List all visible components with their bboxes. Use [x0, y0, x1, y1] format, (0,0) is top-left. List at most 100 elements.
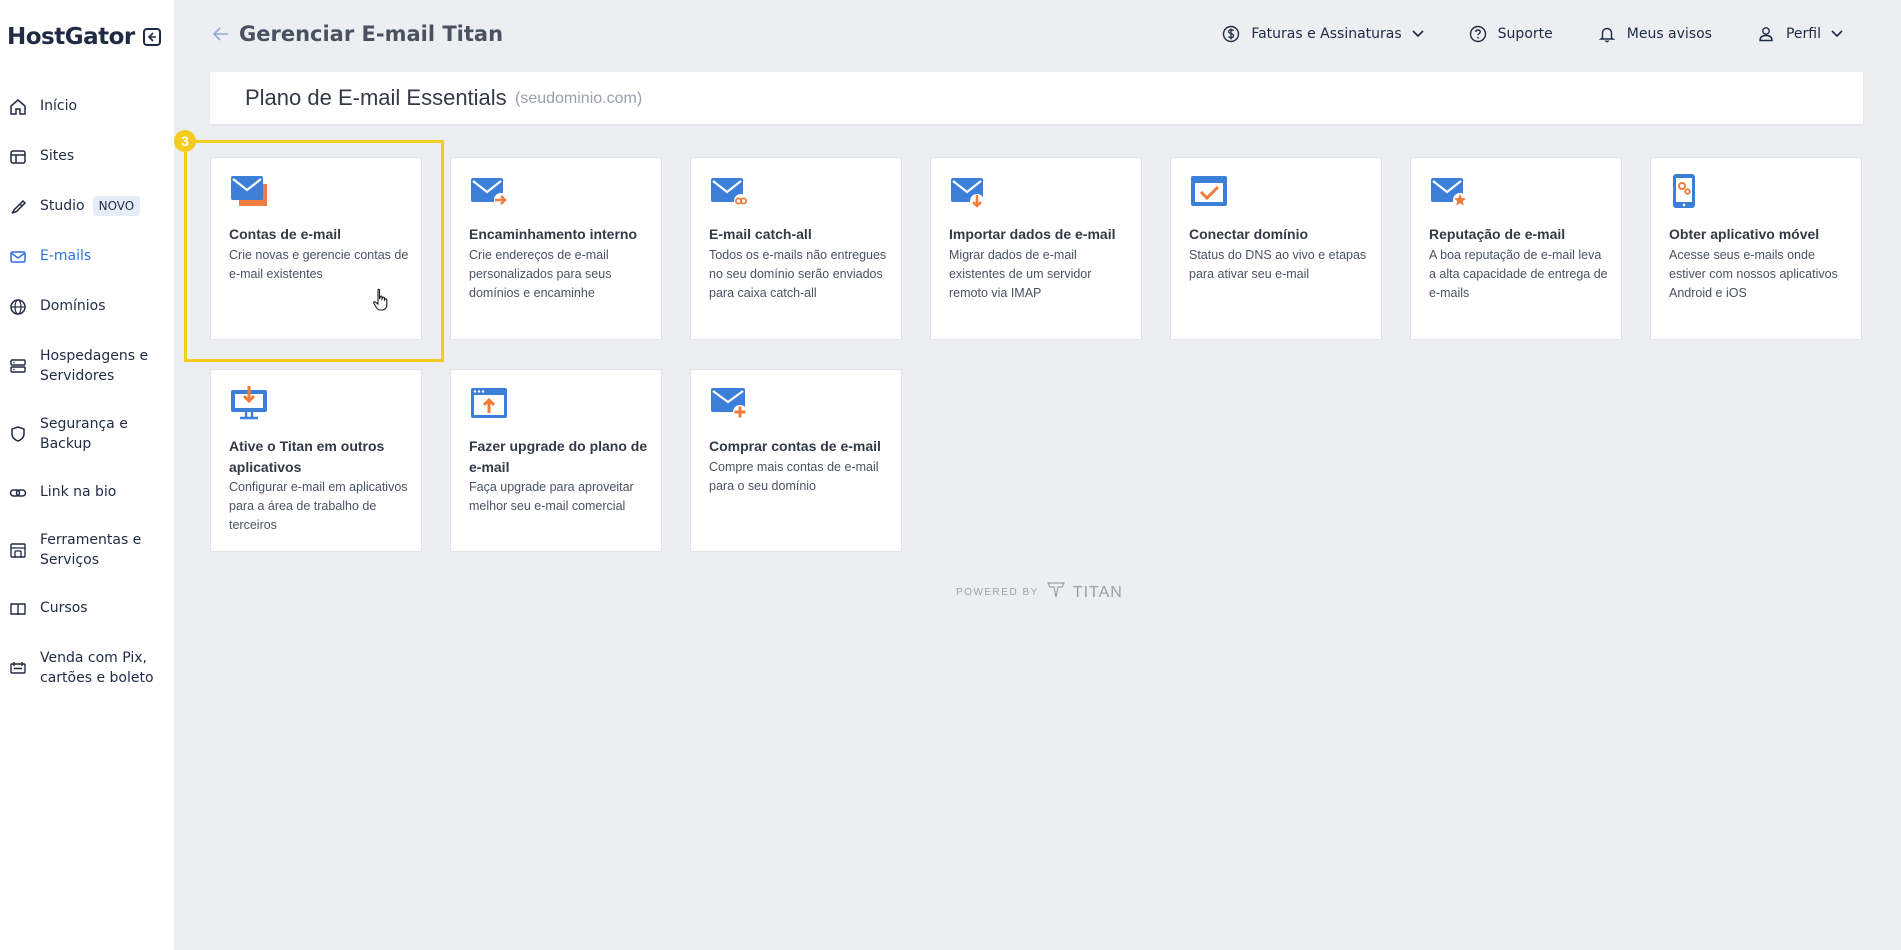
sidebar-item-label: Sites	[40, 148, 75, 164]
billing-label: Faturas e Assinaturas	[1251, 26, 1402, 42]
card-title: Reputação de e-mail	[1429, 226, 1566, 242]
card-description: Todos os e-mails não entregues no seu do…	[709, 248, 887, 300]
card-email-reputation[interactable]: Reputação de e-mail A boa reputação de e…	[1410, 157, 1622, 340]
card-title: Ative o Titan em outros aplicativos	[229, 438, 385, 475]
brush-icon	[8, 197, 28, 217]
sidebar-item-link-na-bio[interactable]: Link na bio	[8, 482, 168, 503]
sidebar-item-label: Ferramentas e Serviços	[40, 532, 142, 568]
studio-label: Studio	[40, 198, 85, 214]
sidebar-item-seguranca[interactable]: Segurança e Backup	[8, 414, 168, 454]
card-description: Migrar dados de e-mail existentes de um …	[949, 248, 1092, 300]
brand: HostGator	[7, 24, 161, 50]
mail-catchall-icon	[709, 174, 749, 208]
card-import-email[interactable]: Importar dados de e-mail Migrar dados de…	[930, 157, 1142, 340]
card-buy-accounts[interactable]: Comprar contas de e-mail Compre mais con…	[690, 369, 902, 552]
sidebar-item-label: Segurança e Backup	[40, 416, 128, 452]
desktop-download-icon	[229, 386, 269, 420]
sidebar-item-hospedagens[interactable]: Hospedagens e Servidores	[8, 346, 168, 386]
card-description: Configurar e-mail em aplicativos para a …	[229, 480, 408, 532]
sidebar-item-label: E-mails	[40, 248, 92, 264]
globe-icon	[8, 297, 28, 317]
mobile-app-icon	[1669, 174, 1709, 208]
card-description: Crie endereços de e-mail personalizados …	[469, 248, 612, 300]
sidebar-item-venda[interactable]: Venda com Pix, cartões e boleto	[8, 648, 168, 688]
mail-accounts-icon	[229, 174, 269, 208]
new-badge: NOVO	[92, 196, 141, 216]
mail-forward-icon	[469, 174, 509, 208]
payment-icon	[8, 658, 28, 678]
sidebar-item-cursos[interactable]: Cursos	[8, 598, 168, 619]
support-label: Suporte	[1497, 26, 1553, 42]
card-description: Crie novas e gerencie contas de e-mail e…	[229, 248, 409, 281]
powered-by-label: POWERED BY	[956, 587, 1039, 598]
card-description: Compre mais contas de e-mail para o seu …	[709, 460, 879, 493]
sidebar-item-label: Studio NOVO	[40, 196, 141, 216]
home-icon	[8, 97, 28, 117]
notifications-link[interactable]: Meus avisos	[1597, 24, 1712, 44]
card-upgrade-plan[interactable]: Fazer upgrade do plano de e-mail Faça up…	[450, 369, 662, 552]
sidebar-item-dominios[interactable]: Domínios	[8, 296, 168, 317]
billing-menu[interactable]: Faturas e Assinaturas	[1221, 24, 1424, 44]
profile-label: Perfil	[1785, 26, 1821, 42]
card-internal-forwarding[interactable]: Encaminhamento interno Crie endereços de…	[450, 157, 662, 340]
shield-icon	[8, 424, 28, 444]
sidebar-item-label: Venda com Pix, cartões e boleto	[40, 650, 154, 686]
top-nav: Faturas e Assinaturas Suporte Meus aviso…	[1177, 24, 1843, 44]
sidebar-item-inicio[interactable]: Início	[8, 96, 168, 117]
card-description: A boa reputação de e-mail leva a alta ca…	[1429, 248, 1608, 300]
mail-add-icon	[709, 386, 749, 420]
card-connect-domain[interactable]: Conectar domínio Status do DNS ao vivo e…	[1170, 157, 1382, 340]
sidebar: HostGator Início Sites Studio NOVO E-mai…	[0, 0, 174, 950]
step-badge: 3	[174, 130, 196, 152]
card-description: Faça upgrade para aproveitar melhor seu …	[469, 480, 634, 513]
sidebar-item-label: Hospedagens e Servidores	[40, 348, 149, 384]
tools-icon	[8, 540, 28, 560]
sidebar-item-emails[interactable]: E-mails	[8, 246, 168, 267]
top-header: Gerenciar E-mail Titan Faturas e Assinat…	[174, 0, 1901, 70]
sidebar-item-label: Início	[40, 98, 78, 114]
card-email-accounts[interactable]: Contas de e-mail Crie novas e gerencie c…	[210, 157, 422, 340]
powered-by-titan: POWERED BY TITAN	[956, 582, 1123, 603]
back-arrow-icon[interactable]	[212, 24, 230, 44]
profile-menu[interactable]: Perfil	[1756, 24, 1843, 44]
card-catch-all[interactable]: E-mail catch-all Todos os e-mails não en…	[690, 157, 902, 340]
plan-title: Plano de E-mail Essentials	[245, 85, 507, 110]
bell-icon	[1597, 24, 1617, 44]
chevron-down-icon	[1831, 25, 1843, 43]
titan-brand: TITAN	[1072, 583, 1123, 601]
chevron-down-icon	[1412, 25, 1424, 43]
card-mobile-app[interactable]: Obter aplicativo móvel Acesse seus e-mai…	[1650, 157, 1862, 340]
card-title: Encaminhamento interno	[469, 226, 638, 242]
mail-import-icon	[949, 174, 989, 208]
sidebar-item-label: Cursos	[40, 600, 88, 616]
domain-check-icon	[1189, 174, 1229, 208]
notifications-label: Meus avisos	[1626, 26, 1712, 42]
card-title: E-mail catch-all	[709, 226, 812, 242]
card-title: Importar dados de e-mail	[949, 226, 1116, 242]
link-icon	[8, 483, 28, 503]
card-title: Comprar contas de e-mail	[709, 438, 881, 454]
server-icon	[8, 356, 28, 376]
titan-logo-icon	[1046, 582, 1065, 603]
plan-domain: (seudominio.com)	[515, 90, 643, 107]
page-title: Gerenciar E-mail Titan	[239, 22, 504, 46]
collapse-sidebar-icon[interactable]	[142, 28, 161, 46]
mail-reputation-icon	[1429, 174, 1469, 208]
upgrade-icon	[469, 386, 509, 420]
card-title: Conectar domínio	[1189, 226, 1309, 242]
sidebar-item-label: Domínios	[40, 298, 106, 314]
window-icon	[8, 147, 28, 167]
brand-logo[interactable]: HostGator	[7, 24, 135, 50]
card-description: Status do DNS ao vivo e etapas para ativ…	[1189, 248, 1367, 281]
sidebar-item-ferramentas[interactable]: Ferramentas e Serviços	[8, 530, 168, 570]
support-link[interactable]: Suporte	[1468, 24, 1553, 44]
sidebar-item-studio[interactable]: Studio NOVO	[8, 196, 168, 217]
plan-bar: Plano de E-mail Essentials (seudominio.c…	[210, 72, 1863, 124]
hand-cursor-icon	[372, 288, 390, 312]
book-icon	[8, 599, 28, 619]
card-title: Obter aplicativo móvel	[1669, 226, 1820, 242]
sidebar-item-sites[interactable]: Sites	[8, 146, 168, 167]
card-title: Contas de e-mail	[229, 226, 342, 242]
help-icon	[1468, 24, 1488, 44]
card-titan-other-apps[interactable]: Ative o Titan em outros aplicativos Conf…	[210, 369, 422, 552]
